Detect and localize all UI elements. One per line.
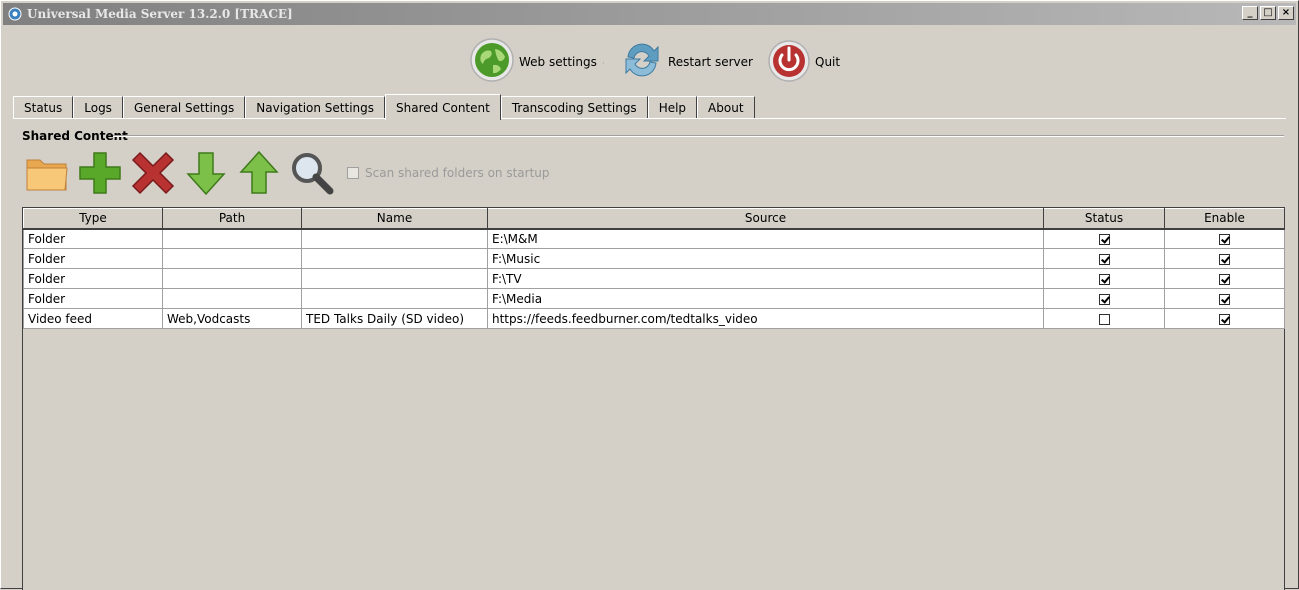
status-checkbox[interactable] xyxy=(1098,313,1110,325)
table-row[interactable]: Folder F:\Music xyxy=(23,248,1285,269)
cell-type[interactable]: Folder xyxy=(23,268,163,289)
enable-checkbox[interactable] xyxy=(1219,233,1230,245)
cell-source[interactable]: F:\Music xyxy=(487,248,1044,269)
toolbar-separator: · xyxy=(749,59,752,68)
tab-about[interactable]: About xyxy=(697,96,755,119)
status-checkbox[interactable] xyxy=(1098,273,1110,285)
column-header-type[interactable]: Type xyxy=(23,208,163,230)
cell-source[interactable]: E:\M&M xyxy=(487,228,1044,249)
quit-button[interactable]: Quit xyxy=(767,37,840,86)
restart-server-label: Restart server xyxy=(668,54,753,69)
cell-name[interactable] xyxy=(301,248,488,269)
status-checkbox[interactable] xyxy=(1098,253,1110,265)
tab-logs[interactable]: Logs xyxy=(73,96,123,119)
web-settings-label: Web settings xyxy=(519,54,597,69)
cell-status[interactable] xyxy=(1043,228,1165,249)
shared-folders-table: Type Path Name Source Status Enable Fold… xyxy=(22,207,1285,590)
table-row[interactable]: Folder E:\M&M xyxy=(23,228,1285,249)
cell-path[interactable] xyxy=(162,268,302,289)
top-toolbar: Web settings · Restart server · Quit xyxy=(1,37,1298,85)
cell-path[interactable]: Web,Vodcasts xyxy=(162,308,302,329)
minimize-button[interactable]: _ xyxy=(1242,6,1258,20)
move-down-icon[interactable] xyxy=(182,149,230,197)
scan-on-startup-label: Scan shared folders on startup xyxy=(365,166,550,180)
close-button[interactable]: × xyxy=(1278,6,1294,20)
tab-bar: Status Logs General Settings Navigation … xyxy=(13,94,755,120)
cell-type[interactable]: Folder xyxy=(23,248,163,269)
table-row[interactable]: Folder F:\Media xyxy=(23,288,1285,309)
cell-enable[interactable] xyxy=(1164,268,1285,289)
shared-content-toolbar: Scan shared folders on startup xyxy=(23,149,550,197)
cell-status[interactable] xyxy=(1043,308,1165,329)
section-divider xyxy=(113,135,1284,137)
table-header: Type Path Name Source Status Enable xyxy=(23,208,1285,230)
search-icon[interactable] xyxy=(288,149,336,197)
restart-icon xyxy=(620,37,664,86)
tab-status[interactable]: Status xyxy=(13,96,74,119)
column-header-source[interactable]: Source xyxy=(487,208,1044,230)
enable-checkbox[interactable] xyxy=(1219,253,1230,265)
cell-enable[interactable] xyxy=(1164,308,1285,329)
cell-enable[interactable] xyxy=(1164,288,1285,309)
cell-name[interactable]: TED Talks Daily (SD video) xyxy=(301,308,488,329)
cell-enable[interactable] xyxy=(1164,248,1285,269)
cell-source[interactable]: F:\Media xyxy=(487,288,1044,309)
tab-help[interactable]: Help xyxy=(647,96,698,119)
folder-icon[interactable] xyxy=(23,149,71,197)
tab-shared-content[interactable]: Shared Content xyxy=(385,94,501,120)
cell-status[interactable] xyxy=(1043,288,1165,309)
status-checkbox[interactable] xyxy=(1098,293,1110,305)
cell-name[interactable] xyxy=(301,288,488,309)
cell-status[interactable] xyxy=(1043,248,1165,269)
move-up-icon[interactable] xyxy=(235,149,283,197)
cell-type[interactable]: Folder xyxy=(23,228,163,249)
tab-transcoding-settings[interactable]: Transcoding Settings xyxy=(500,96,648,119)
web-settings-button[interactable]: Web settings xyxy=(469,37,597,86)
cell-path[interactable] xyxy=(162,288,302,309)
cell-path[interactable] xyxy=(162,228,302,249)
section-title: Shared Content xyxy=(22,129,128,143)
enable-checkbox[interactable] xyxy=(1219,293,1230,305)
cell-source[interactable]: F:\TV xyxy=(487,268,1044,289)
cell-name[interactable] xyxy=(301,228,488,249)
remove-icon[interactable] xyxy=(129,149,177,197)
maximize-button[interactable]: □ xyxy=(1260,6,1276,20)
tab-navigation-settings[interactable]: Navigation Settings xyxy=(245,96,386,119)
add-icon[interactable] xyxy=(76,149,124,197)
app-logo-icon xyxy=(7,6,23,22)
column-header-status[interactable]: Status xyxy=(1043,208,1165,230)
cell-name[interactable] xyxy=(301,268,488,289)
checkbox-box[interactable] xyxy=(347,167,359,179)
title-bar[interactable]: Universal Media Server 13.2.0 [TRACE] _ … xyxy=(3,3,1296,25)
scan-on-startup-checkbox[interactable]: Scan shared folders on startup xyxy=(347,166,550,180)
cell-path[interactable] xyxy=(162,248,302,269)
restart-server-button[interactable]: Restart server xyxy=(620,37,753,86)
cell-status[interactable] xyxy=(1043,268,1165,289)
enable-checkbox[interactable] xyxy=(1219,273,1230,285)
cell-source[interactable]: https://feeds.feedburner.com/tedtalks_vi… xyxy=(487,308,1044,329)
column-header-enable[interactable]: Enable xyxy=(1164,208,1285,230)
column-header-path[interactable]: Path xyxy=(162,208,302,230)
power-icon xyxy=(767,37,811,86)
main-window: Universal Media Server 13.2.0 [TRACE] _ … xyxy=(0,0,1299,590)
tab-general-settings[interactable]: General Settings xyxy=(122,96,246,119)
enable-checkbox[interactable] xyxy=(1219,313,1230,325)
table-row[interactable]: Folder F:\TV xyxy=(23,268,1285,289)
toolbar-separator: · xyxy=(602,59,605,68)
globe-icon xyxy=(469,37,515,86)
cell-enable[interactable] xyxy=(1164,228,1285,249)
column-header-name[interactable]: Name xyxy=(301,208,488,230)
table-row[interactable]: Video feed Web,Vodcasts TED Talks Daily (S… xyxy=(23,308,1285,329)
quit-label: Quit xyxy=(815,54,841,69)
cell-type[interactable]: Folder xyxy=(23,288,163,309)
window-title: Universal Media Server 13.2.0 [TRACE] xyxy=(27,7,293,21)
cell-type[interactable]: Video feed xyxy=(23,308,163,329)
status-checkbox[interactable] xyxy=(1098,233,1110,245)
